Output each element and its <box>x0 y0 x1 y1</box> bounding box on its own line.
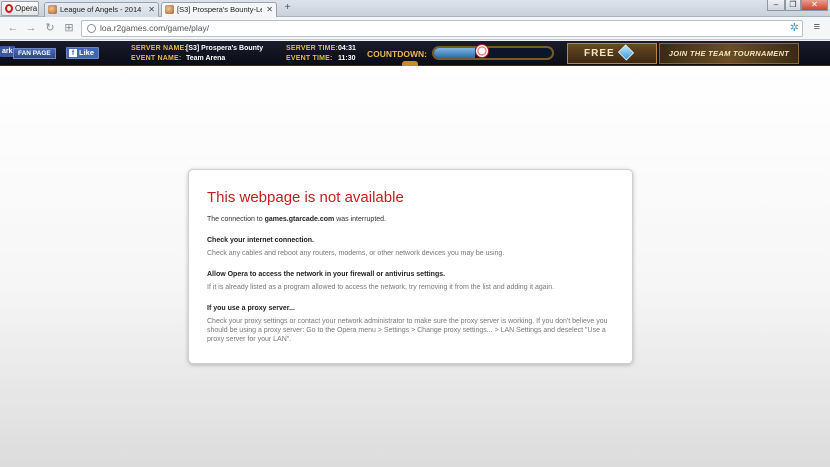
error-title: This webpage is not available <box>207 189 404 206</box>
error-card: This webpage is not available The connec… <box>188 169 633 364</box>
error-intro: The connection to games.gtarcade.com was… <box>207 216 614 223</box>
free-label: FREE <box>584 48 615 59</box>
address-bar[interactable]: loa.r2games.com/game/play/ <box>81 20 803 37</box>
globe-icon <box>87 24 96 33</box>
speed-dial-icon[interactable]: ⊞ <box>63 22 75 34</box>
extension-icon[interactable]: ✲ <box>790 21 799 34</box>
tab-league-of-angels[interactable]: League of Angels - 2014 R ✕ <box>44 2 159 17</box>
join-tournament-button[interactable]: JOIN THE TEAM TOURNAMENT <box>659 43 799 64</box>
game-favicon-icon <box>48 5 57 14</box>
reload-icon[interactable]: ↻ <box>44 22 56 34</box>
forward-icon[interactable]: → <box>25 22 37 34</box>
game-favicon-icon <box>165 5 174 14</box>
server-name-label: SERVER NAME: <box>131 45 187 52</box>
server-time-value: 04:31 <box>338 45 356 52</box>
tab-strip: Opera League of Angels - 2014 R ✕ [S3] P… <box>0 0 830 17</box>
event-name-value: Team Arena <box>186 55 226 62</box>
section-title-firewall: Allow Opera to access the network in you… <box>207 271 446 278</box>
opera-logo-icon <box>5 4 13 13</box>
like-label: Like <box>79 48 95 57</box>
error-host: games.gtarcade.com <box>264 216 335 223</box>
tab-close-icon[interactable]: ✕ <box>266 3 273 16</box>
tab-close-icon[interactable]: ✕ <box>148 3 155 16</box>
back-icon[interactable]: ← <box>7 22 19 34</box>
countdown-progress-bar <box>432 46 554 60</box>
navigation-bar: ← → ↻ ⊞ loa.r2games.com/game/play/ ✲ ≡ <box>0 17 830 40</box>
fan-page-button[interactable]: FAN PAGE <box>13 48 56 59</box>
restore-button[interactable]: ❐ <box>785 0 801 11</box>
section-body-proxy: Check your proxy settings or contact you… <box>207 318 608 343</box>
close-window-button[interactable]: ✕ <box>801 0 828 11</box>
opera-menu-button[interactable]: Opera <box>1 1 39 16</box>
event-name-label: EVENT NAME: <box>131 55 182 62</box>
server-time-label: SERVER TIME: <box>286 45 339 52</box>
section-body-connection: Check any cables and reboot any routers,… <box>207 250 505 257</box>
menu-icon[interactable]: ≡ <box>814 21 820 33</box>
facebook-like-button[interactable]: f Like <box>66 47 100 59</box>
countdown-label: COUNTDOWN: <box>367 49 427 59</box>
opera-menu-label: Opera <box>15 4 38 13</box>
url-text: loa.r2games.com/game/play/ <box>100 23 210 33</box>
free-gems-button[interactable]: FREE <box>567 43 657 64</box>
tab-title: League of Angels - 2014 R <box>60 5 144 14</box>
game-banner: ark FAN PAGE f Like SERVER NAME: [S3] Pr… <box>0 41 830 66</box>
minimize-button[interactable]: – <box>767 0 785 11</box>
section-title-proxy: If you use a proxy server... <box>207 305 295 312</box>
section-body-firewall: If it is already listed as a program all… <box>207 284 555 291</box>
error-intro-prefix: The connection to <box>207 216 265 223</box>
section-title-connection: Check your internet connection. <box>207 237 314 244</box>
event-time-label: EVENT TIME: <box>286 55 333 62</box>
tab-prosperas-bounty[interactable]: [S3] Prospera's Bounty-Lea ✕ <box>161 2 277 17</box>
event-time-value: 11:30 <box>338 55 356 62</box>
countdown-marker-icon <box>475 44 489 58</box>
server-name-value: [S3] Prospera's Bounty <box>186 45 264 52</box>
error-intro-suffix: was interrupted. <box>334 216 386 223</box>
countdown-progress-fill <box>434 48 476 58</box>
tab-title: [S3] Prospera's Bounty-Lea <box>177 5 262 14</box>
facebook-icon: f <box>69 49 77 57</box>
new-tab-button[interactable]: + <box>281 3 294 14</box>
